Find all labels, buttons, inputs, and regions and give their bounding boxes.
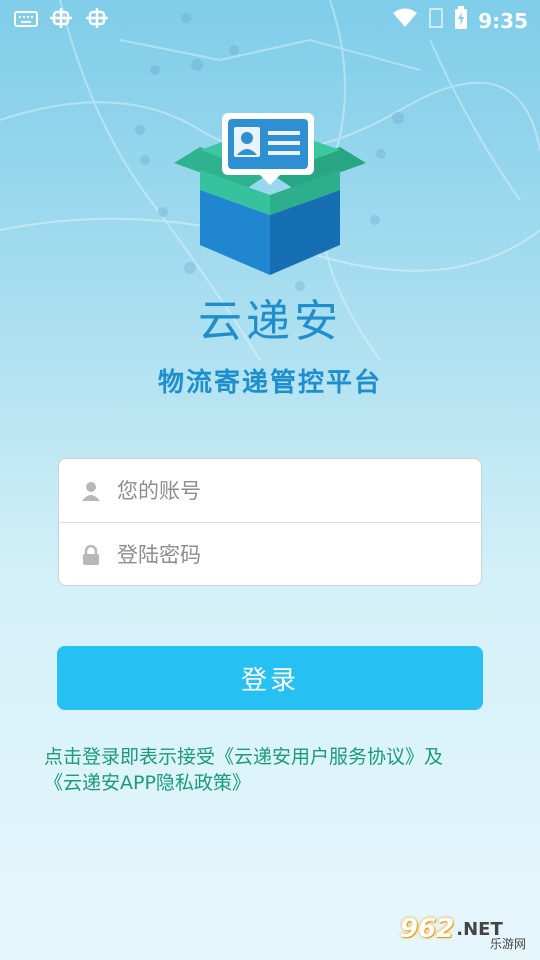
account-field (59, 459, 481, 523)
agreement-text: 点击登录即表示接受《云递安用户服务协议》及《云递安APP隐私政策》 (44, 744, 504, 796)
watermark: 962 .NET 乐游网 (400, 906, 532, 952)
lock-icon (79, 543, 103, 567)
account-input[interactable] (115, 477, 459, 504)
user-agreement-link[interactable]: 《云递安用户服务协议》 (215, 746, 424, 768)
app-logo (174, 113, 366, 275)
agreement-prefix: 点击登录即表示接受 (44, 746, 216, 768)
app-subtitle: 物流寄递管控平台 (157, 368, 382, 398)
app-name: 云递安 (198, 296, 342, 347)
password-field (59, 523, 481, 586)
password-input[interactable] (115, 541, 459, 568)
watermark-sub: 乐游网 (489, 937, 526, 951)
login-button[interactable]: 登录 (57, 646, 483, 710)
privacy-policy-link[interactable]: 《云递安APP隐私政策》 (44, 772, 251, 794)
agreement-connector: 及 (424, 746, 444, 768)
user-icon (79, 479, 103, 503)
watermark-main: 962 (400, 914, 455, 944)
login-form (58, 458, 482, 586)
